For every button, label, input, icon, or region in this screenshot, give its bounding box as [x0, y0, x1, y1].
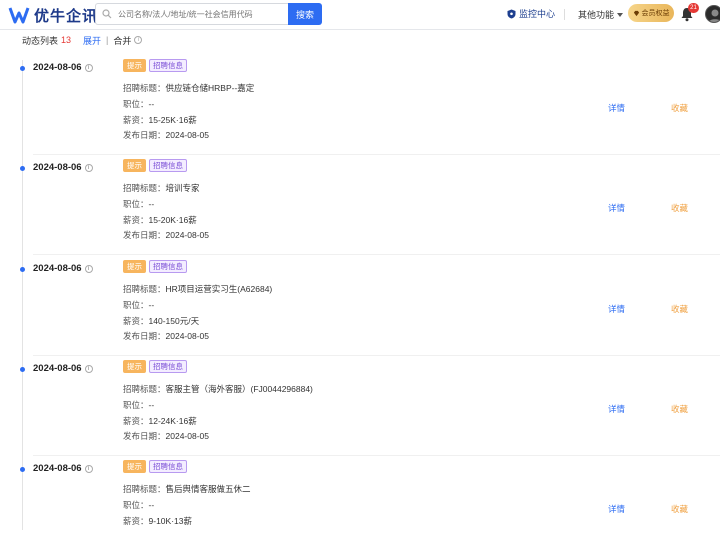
timeline-entry: 2024-08-06 i 提示 招聘信息 招聘标题：培训专家 职位：-- 薪资：15…: [0, 157, 720, 257]
position-field: 职位：--: [123, 199, 155, 209]
position-field: 职位：--: [123, 500, 155, 510]
expand-link[interactable]: 展开: [83, 34, 101, 47]
entry-divider: [33, 355, 720, 356]
info-icon[interactable]: i: [84, 364, 93, 373]
search-icon: [102, 9, 112, 19]
tip-tag: 提示: [123, 360, 146, 373]
recruit-tag: 招聘信息: [149, 159, 187, 172]
collect-link[interactable]: 收藏: [671, 503, 688, 515]
tip-tag: 提示: [123, 460, 146, 473]
entry-divider: [33, 254, 720, 255]
info-icon[interactable]: i: [84, 63, 93, 72]
position-field: 职位：--: [123, 99, 155, 109]
other-functions-label: 其他功能: [578, 10, 615, 20]
detail-link[interactable]: 详情: [608, 403, 625, 415]
timeline-entry: 2024-08-06 i 提示 招聘信息 招聘标题：HR项目运营实习生(A62684…: [0, 258, 720, 358]
tip-tag: 提示: [123, 59, 146, 72]
logo-mark-icon: [8, 7, 30, 24]
job-title-field: 招聘标题：供应链仓储HRBP--嘉定: [123, 83, 255, 93]
timeline-dot: [20, 66, 25, 71]
merge-toggle[interactable]: 合并: [113, 34, 131, 47]
entry-divider: [33, 154, 720, 155]
recruit-tag: 招聘信息: [149, 260, 187, 273]
entry-divider: [33, 455, 720, 456]
monitor-center-label: 监控中心: [519, 9, 556, 19]
avatar-icon: [708, 9, 720, 22]
recruit-tag: 招聘信息: [149, 59, 187, 72]
timeline-dot: [20, 166, 25, 171]
info-icon[interactable]: i: [84, 264, 93, 273]
monitor-center-link[interactable]: 监控中心: [507, 7, 555, 20]
recruit-tag: 招聘信息: [149, 360, 187, 373]
timeline-entry: 2024-08-06 i 提示 招聘信息 招聘标题：客服主管（海外客服）(FJ004…: [0, 358, 720, 458]
entry-date: 2024-08-06 i: [33, 463, 93, 474]
search-box: [95, 3, 289, 25]
caret-down-icon: [617, 12, 624, 17]
salary-field: 薪资：12-24K·16薪: [123, 416, 197, 426]
other-functions-dropdown[interactable]: 其他功能: [578, 8, 624, 21]
detail-link[interactable]: 详情: [608, 303, 625, 315]
list-title: 动态列表: [22, 35, 59, 46]
avatar[interactable]: [705, 5, 720, 23]
publish-date-field: 发布日期：2024-08-05: [123, 130, 209, 140]
job-title-field: 招聘标题：客服主管（海外客服）(FJ0044296884): [123, 384, 313, 394]
tip-tag: 提示: [123, 159, 146, 172]
collect-link[interactable]: 收藏: [671, 303, 688, 315]
info-icon[interactable]: i: [84, 163, 93, 172]
timeline-dot: [20, 267, 25, 272]
recruit-tag: 招聘信息: [149, 460, 187, 473]
salary-field: 薪资：140-150元/天: [123, 316, 200, 326]
collect-link[interactable]: 收藏: [671, 403, 688, 415]
detail-link[interactable]: 详情: [608, 102, 625, 114]
header-divider: [564, 9, 565, 20]
salary-field: 薪资：15-25K·16薪: [123, 115, 197, 125]
entry-date: 2024-08-06 i: [33, 162, 93, 173]
timeline-entry: 2024-08-06 i 提示 招聘信息 招聘标题：供应链仓储HRBP--嘉定 职位…: [0, 57, 720, 157]
vip-benefits-button[interactable]: 会员权益: [628, 4, 674, 22]
collect-link[interactable]: 收藏: [671, 102, 688, 114]
info-icon[interactable]: i: [134, 36, 143, 44]
entry-date: 2024-08-06 i: [33, 363, 93, 374]
vip-label: 会员权益: [641, 10, 670, 17]
list-count: 13: [61, 35, 72, 45]
publish-date-field: 发布日期：2024-08-05: [123, 331, 209, 341]
detail-link[interactable]: 详情: [608, 202, 625, 214]
detail-link[interactable]: 详情: [608, 503, 625, 515]
publish-date-field: 发布日期：2024-08-05: [123, 230, 209, 240]
search-input[interactable]: [118, 9, 288, 19]
entry-date: 2024-08-06 i: [33, 62, 93, 73]
salary-field: 薪资：9-10K·13薪: [123, 516, 192, 526]
info-icon[interactable]: i: [84, 464, 93, 473]
entry-date: 2024-08-06 i: [33, 263, 93, 274]
list-toolbar: 动态列表 13 展开 | 合并 i: [22, 33, 143, 47]
position-field: 职位：--: [123, 300, 155, 310]
salary-field: 薪资：15-20K·16薪: [123, 215, 197, 225]
search-button[interactable]: 搜索: [288, 3, 322, 25]
logo[interactable]: 优牛企讯: [8, 4, 98, 26]
position-field: 职位：--: [123, 400, 155, 410]
top-header: 优牛企讯 搜索 监控中心 其他功能 会员权益 21: [0, 0, 720, 30]
toolbar-separator: |: [106, 35, 109, 45]
logo-text: 优牛企讯: [34, 7, 99, 25]
job-title-field: 招聘标题：售后舆情客服做五休二: [123, 484, 251, 494]
tip-tag: 提示: [123, 260, 146, 273]
notification-badge: 21: [688, 3, 699, 13]
timeline-entry: 2024-08-06 i 提示 招聘信息 招聘标题：售后舆情客服做五休二 职位：--…: [0, 458, 720, 558]
timeline-dot: [20, 467, 25, 472]
collect-link[interactable]: 收藏: [671, 202, 688, 214]
job-title-field: 招聘标题：培训专家: [123, 183, 200, 193]
diamond-icon: [633, 10, 639, 16]
shield-icon: [507, 9, 516, 18]
publish-date-field: 发布日期：2024-08-05: [123, 431, 209, 441]
job-title-field: 招聘标题：HR项目运营实习生(A62684): [123, 284, 273, 294]
timeline-dot: [20, 367, 25, 372]
